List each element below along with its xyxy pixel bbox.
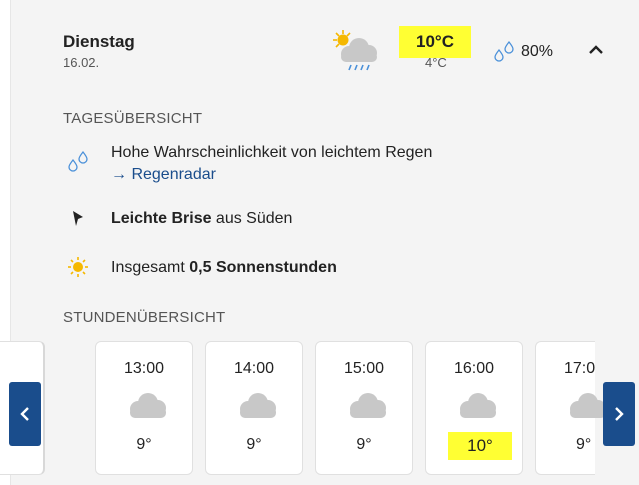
cloud-icon [130, 393, 166, 418]
rain-radar-link[interactable]: → Regenradar [111, 166, 216, 184]
partly-sunny-rain-icon [333, 30, 377, 71]
hour-temp: 9° [246, 436, 262, 453]
hour-temp: 9° [136, 436, 152, 453]
sunshine-prefix: Insgesamt [111, 259, 190, 276]
chevron-up-icon[interactable] [585, 42, 607, 58]
scroll-left-button[interactable] [9, 382, 41, 446]
day-name: Dienstag [63, 32, 135, 51]
rain-probability: 80% [521, 43, 554, 60]
wind-strength: Leichte Brise [111, 210, 212, 227]
cloud-icon [460, 393, 496, 418]
wind-direction-icon [73, 211, 83, 226]
hour-temp: 9° [576, 436, 592, 453]
hour-card[interactable]: 16:00 10° [425, 341, 523, 475]
sun-icon [68, 257, 88, 277]
hour-card[interactable]: 13:00 9° [95, 341, 193, 475]
hour-time: 14:00 [233, 360, 275, 377]
cloud-icon [240, 393, 276, 418]
wind-direction: aus Süden [211, 210, 293, 227]
chevron-right-icon [615, 407, 624, 421]
rain-summary: Hohe Wahrscheinlichkeit von leichtem Reg… [111, 144, 433, 161]
hour-card[interactable]: 14:00 9° [205, 341, 303, 475]
temp-max: 10°C [399, 26, 471, 58]
hour-time: 17:0 [564, 360, 596, 377]
cloud-icon [350, 393, 386, 418]
scroll-right-button[interactable] [603, 382, 635, 446]
hour-time: 16:00 [453, 360, 495, 377]
chevron-left-icon [20, 407, 29, 421]
wind-summary: Leichte Brise aus Süden [111, 210, 292, 228]
sunshine-hours: 0,5 Sonnenstunden [189, 259, 337, 276]
rain-drops-icon [68, 150, 88, 172]
rain-drops-icon [494, 40, 514, 62]
hour-temp: 9° [356, 436, 372, 453]
hour-card[interactable]: 15:00 9° [315, 341, 413, 475]
hour-time: 13:00 [123, 360, 165, 377]
sunshine-summary: Insgesamt 0,5 Sonnenstunden [111, 259, 337, 277]
hour-time: 15:00 [343, 360, 385, 377]
overview-title: TAGESÜBERSICHT [63, 110, 203, 127]
forecast-day-panel: Dienstag 16.02. 10°C 4°C 80% TAGESÜBERSI… [0, 0, 639, 485]
hour-card-partial[interactable]: 17:0 9° [535, 341, 606, 475]
hourly-title: STUNDENÜBERSICHT [63, 309, 226, 326]
day-date: 16.02. [63, 55, 100, 70]
temp-min: 4°C [425, 55, 447, 70]
hour-temp: 10° [448, 432, 512, 460]
